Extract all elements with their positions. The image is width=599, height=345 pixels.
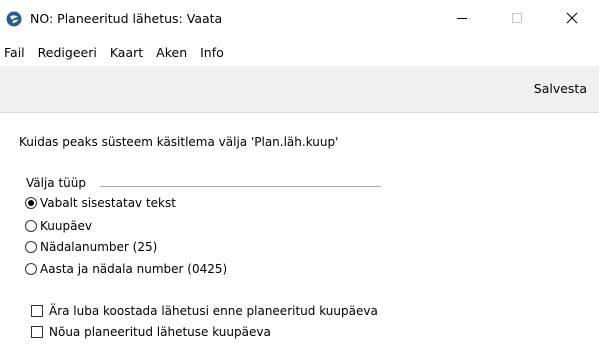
- checkbox-label: Ära luba koostada lähetusi enne planeeri…: [49, 304, 378, 318]
- radio-label: Nädalanumber (25): [40, 240, 158, 254]
- radio-option-free-text[interactable]: Vabalt sisestatav tekst: [25, 194, 176, 212]
- radio-option-year-week[interactable]: Aasta ja nädala number (0425): [25, 260, 227, 278]
- radio-option-date[interactable]: Kuupäev: [25, 217, 92, 235]
- field-type-group-label: Välja tüüp: [26, 176, 86, 190]
- radio-label: Vabalt sisestatav tekst: [40, 196, 176, 210]
- minimize-button[interactable]: [439, 0, 485, 38]
- menu-aken[interactable]: Aken: [156, 45, 187, 60]
- radio-option-week-number[interactable]: Nädalanumber (25): [25, 238, 157, 256]
- close-icon: [566, 12, 578, 27]
- maximize-icon: [511, 12, 523, 27]
- save-button[interactable]: Salvesta: [534, 81, 587, 96]
- checkbox[interactable]: [31, 326, 43, 338]
- radio-button[interactable]: [25, 241, 37, 253]
- dialog-content: Kuidas peaks süsteem käsitlema välja 'Pl…: [0, 113, 599, 345]
- minimize-icon: [456, 12, 468, 27]
- app-logo-icon: [6, 11, 22, 27]
- checkbox[interactable]: [31, 305, 43, 317]
- checkbox-no-early-shipments[interactable]: Ära luba koostada lähetusi enne planeeri…: [31, 302, 378, 320]
- menu-info[interactable]: Info: [200, 45, 224, 60]
- toolbar: Salvesta: [0, 66, 599, 113]
- title-bar: NO: Planeeritud lähetus: Vaata: [0, 0, 599, 38]
- radio-label: Aasta ja nädala number (0425): [40, 262, 228, 276]
- question-text: Kuidas peaks süsteem käsitlema välja 'Pl…: [19, 135, 339, 149]
- menu-kaart[interactable]: Kaart: [110, 45, 143, 60]
- close-button[interactable]: [549, 0, 595, 38]
- menu-redigeeri[interactable]: Redigeeri: [38, 45, 97, 60]
- menu-bar: Fail Redigeeri Kaart Aken Info: [0, 38, 599, 66]
- menu-fail[interactable]: Fail: [4, 45, 25, 60]
- window-title: NO: Planeeritud lähetus: Vaata: [30, 11, 223, 26]
- radio-button[interactable]: [25, 220, 37, 232]
- maximize-button[interactable]: [494, 0, 540, 38]
- radio-button[interactable]: [25, 197, 37, 209]
- group-divider: [100, 186, 381, 187]
- checkbox-label: Nõua planeeritud lähetuse kuupäeva: [49, 325, 271, 339]
- radio-label: Kuupäev: [40, 219, 92, 233]
- radio-button[interactable]: [25, 263, 37, 275]
- checkbox-require-planned-date[interactable]: Nõua planeeritud lähetuse kuupäeva: [31, 323, 271, 341]
